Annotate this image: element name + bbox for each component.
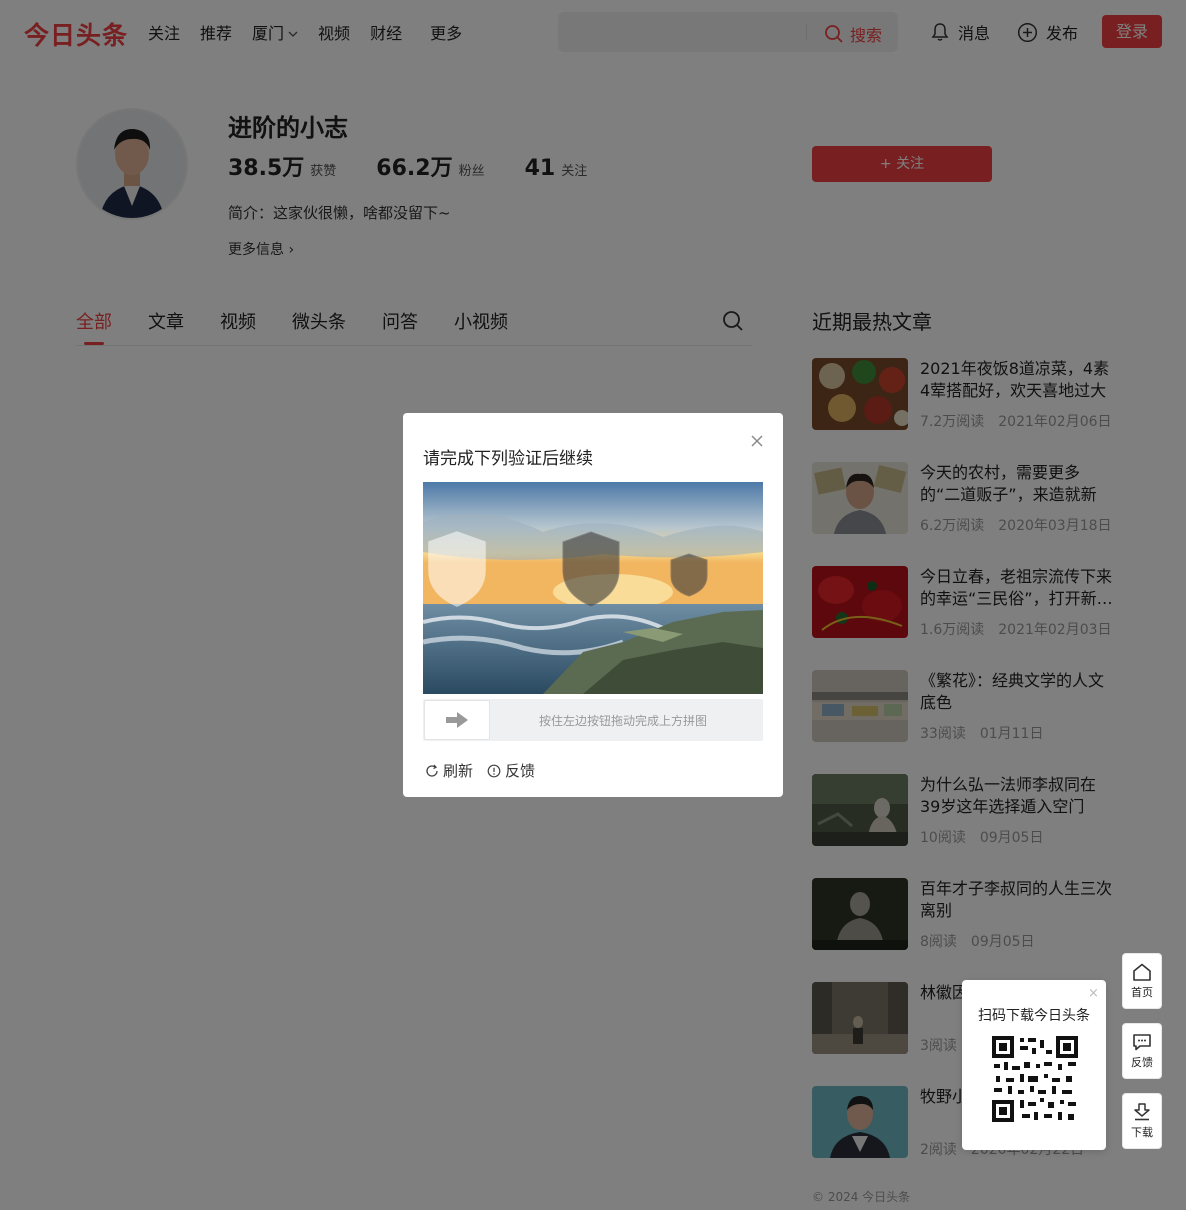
download-icon	[1134, 1102, 1150, 1120]
captcha-title: 请完成下列验证后继续	[423, 449, 593, 469]
captcha-slider-track: 按住左边按钮拖动完成上方拼图	[423, 699, 763, 741]
captcha-puzzle-image	[423, 482, 763, 694]
close-icon[interactable]	[749, 433, 765, 449]
refresh-icon	[426, 764, 438, 777]
arrow-right-icon	[446, 712, 468, 728]
refresh-label: 刷新	[443, 762, 474, 780]
feedback-button[interactable]: 反馈	[487, 760, 535, 781]
float-download-button[interactable]: 下载	[1122, 1093, 1162, 1149]
float-home-button[interactable]: 首页	[1122, 953, 1162, 1009]
float-download-label: 下载	[1131, 1125, 1153, 1139]
qr-code-icon	[992, 1036, 1078, 1122]
home-icon	[1133, 963, 1151, 981]
float-home-label: 首页	[1131, 985, 1153, 999]
feedback-label: 反馈	[505, 762, 536, 780]
captcha-slider-handle[interactable]	[424, 700, 490, 740]
chat-bubble-icon	[1133, 1033, 1151, 1050]
close-icon[interactable]: ×	[1088, 986, 1099, 1001]
info-circle-icon	[487, 764, 501, 777]
qr-popup-title: 扫码下载今日头条	[978, 1008, 1090, 1024]
refresh-button[interactable]: 刷新	[425, 760, 473, 781]
qr-download-popup: × 扫码下载今日头条	[962, 980, 1106, 1150]
float-feedback-button[interactable]: 反馈	[1122, 1023, 1162, 1079]
captcha-slider-hint: 按住左边按钮拖动完成上方拼图	[539, 714, 708, 728]
float-feedback-label: 反馈	[1131, 1055, 1153, 1069]
captcha-modal: 请完成下列验证后继续 按住左边按钮拖动完成上方拼图 刷新 反馈	[403, 413, 783, 797]
captcha-actions: 刷新 反馈	[425, 760, 549, 781]
sunset-sea-image	[423, 482, 763, 694]
